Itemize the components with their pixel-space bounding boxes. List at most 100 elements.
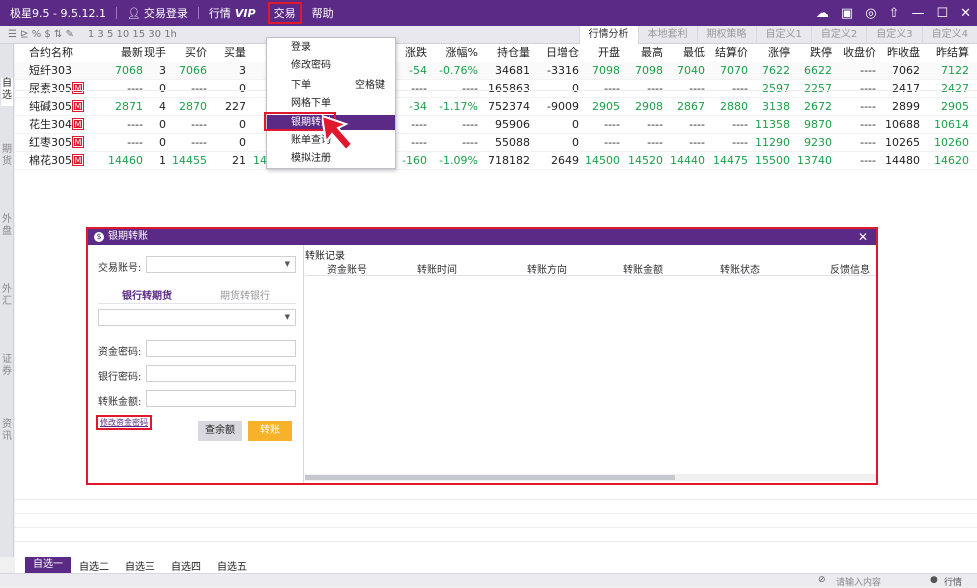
nav-watchlist[interactable]: 自选 [1, 78, 13, 106]
table-row[interactable]: 棉花305M144601144552114460280121066-160-1.… [15, 152, 977, 170]
search-input[interactable]: 请输入内容 [836, 575, 881, 588]
col-header-name[interactable]: 合约名称 [29, 44, 91, 62]
table-row[interactable]: 短纤3037068370663-54-0.76%34681-3316709870… [15, 62, 977, 80]
login-menu[interactable]: 👤︎交易登录 [121, 0, 194, 26]
view-tabs: 行情分析 本地套利 期权策略 自定义1 自定义2 自定义3 自定义4 [579, 26, 977, 44]
search-icon[interactable]: ⊘ [818, 575, 826, 585]
menu-grid-order[interactable]: 网格下单 [267, 96, 395, 111]
quote-menu[interactable]: 行情VIP [203, 0, 262, 26]
horizontal-scrollbar[interactable] [305, 474, 876, 481]
bank-select[interactable]: ▼ [98, 309, 296, 326]
dialog-close-icon[interactable]: ✕ [858, 229, 868, 245]
tab-future-to-bank[interactable]: 期货转银行 [220, 287, 270, 302]
maximize-button[interactable]: ☐ [936, 6, 948, 21]
tab-option-strategy[interactable]: 期权策略 [697, 26, 756, 44]
account-select[interactable]: ▼ [146, 256, 296, 273]
trade-menu[interactable]: 交易 [268, 2, 302, 24]
col-header-bidqty[interactable]: 买量 [224, 44, 246, 62]
cell-change: -54 [409, 62, 427, 80]
amount-input[interactable] [146, 390, 296, 407]
cell-bidqty: 0 [239, 116, 246, 134]
tab-bank-to-future[interactable]: 银行转期货 [122, 287, 172, 302]
cell-vol: 0 [159, 80, 166, 98]
table-row[interactable]: 尿素305M----0----0--------1658630---------… [15, 80, 977, 98]
transfer-button[interactable]: 转账 [248, 421, 292, 441]
contract-name: 尿素305 [29, 82, 72, 95]
toolbar-icons[interactable]: ☰ ⊵ % $ ⇅ ✎ [8, 29, 74, 40]
quote-status-label[interactable]: 行情 [944, 575, 962, 588]
tab-custom4[interactable]: 自定义4 [922, 26, 977, 44]
scrollbar-thumb[interactable] [305, 475, 675, 480]
table-row[interactable]: 纯碱305M287142870227-34-1.17%752374-900929… [15, 98, 977, 116]
col-header-open[interactable]: 开盘 [598, 44, 620, 62]
nav-futures[interactable]: 期货 [1, 144, 13, 172]
nav-news[interactable]: 资讯 [1, 419, 13, 447]
tab-analysis[interactable]: 行情分析 [579, 26, 638, 44]
cell-low: 7040 [677, 62, 705, 80]
tab-watchlist-4[interactable]: 自选四 [163, 558, 209, 573]
cell-settle: ---- [732, 116, 748, 134]
pin-icon[interactable]: ⇧ [889, 6, 900, 21]
cell-high: 2908 [635, 98, 663, 116]
col-header-close[interactable]: 收盘价 [843, 44, 876, 62]
cell-name: 红枣305M [29, 134, 91, 152]
tab-arbitrage[interactable]: 本地套利 [638, 26, 697, 44]
tab-watchlist-3[interactable]: 自选三 [117, 558, 163, 573]
pointer-arrow-icon [322, 114, 366, 154]
main-contract-badge: M [73, 155, 83, 165]
shortcut-label: 空格键 [355, 78, 385, 93]
col-header-changepct[interactable]: 涨幅% [446, 44, 478, 62]
tab-custom3[interactable]: 自定义3 [866, 26, 921, 44]
cell-oichg: 0 [572, 116, 579, 134]
col-header-oi[interactable]: 持仓量 [497, 44, 530, 62]
tab-watchlist-5[interactable]: 自选五 [209, 558, 255, 573]
cell-vol: 4 [159, 98, 166, 116]
tab-watchlist-1[interactable]: 自选一 [25, 557, 71, 573]
change-fund-password-link[interactable]: 修改资金密码 [96, 415, 152, 430]
divider [116, 7, 117, 19]
close-button[interactable]: ✕ [960, 6, 971, 21]
main-contract-badge: M [73, 101, 83, 111]
cell-settle: ---- [732, 80, 748, 98]
table-row[interactable]: 花生304M----0----0--------959060----------… [15, 116, 977, 134]
help-menu[interactable]: 帮助 [306, 0, 340, 26]
settings-icon[interactable]: ◎ [865, 6, 876, 21]
cell-bidqty: 227 [225, 98, 246, 116]
tab-custom1[interactable]: 自定义1 [756, 26, 811, 44]
cell-oichg: -3316 [547, 62, 579, 80]
tab-custom2[interactable]: 自定义2 [811, 26, 866, 44]
col-header-bid[interactable]: 买价 [185, 44, 207, 62]
nav-foreign[interactable]: 外盘 [1, 214, 13, 242]
table-row[interactable]: 红枣305M----0----0--------550880----------… [15, 134, 977, 152]
menu-order[interactable]: 下单空格键 [267, 78, 395, 93]
cell-prevsettle: 14620 [934, 152, 969, 170]
col-header-oichg[interactable]: 日增仓 [546, 44, 579, 62]
col-header-limitdown[interactable]: 跌停 [810, 44, 832, 62]
nav-forex[interactable]: 外汇 [1, 284, 13, 312]
tab-watchlist-2[interactable]: 自选二 [71, 558, 117, 573]
fund-password-input[interactable] [146, 340, 296, 357]
cell-change: -34 [409, 98, 427, 116]
account-label: 交易账号: [98, 259, 141, 274]
col-header-low[interactable]: 最低 [683, 44, 705, 62]
cell-oichg: 2649 [551, 152, 579, 170]
menu-change-password[interactable]: 修改密码 [267, 58, 395, 73]
layout-icon[interactable]: ▣ [841, 6, 853, 21]
minimize-button[interactable]: — [911, 6, 924, 21]
bank-password-input[interactable] [146, 365, 296, 382]
nav-securities[interactable]: 证券 [1, 354, 13, 382]
col-header-last[interactable]: 最新 [121, 44, 143, 62]
cloud-icon[interactable]: ☁ [816, 6, 829, 21]
col-header-change[interactable]: 涨跌 [405, 44, 427, 62]
col-header-high[interactable]: 最高 [641, 44, 663, 62]
menu-login[interactable]: 登录 [267, 40, 395, 55]
col-header-prevclose[interactable]: 昨收盘 [887, 44, 920, 62]
col-header-limitup[interactable]: 涨停 [768, 44, 790, 62]
period-selector[interactable]: 1 3 5 10 15 30 1h [88, 29, 177, 40]
cell-last: ---- [127, 134, 143, 152]
col-header-settle[interactable]: 结算价 [715, 44, 748, 62]
query-balance-button[interactable]: 查余额 [198, 421, 242, 441]
col-header-prevsettle[interactable]: 昨结算 [936, 44, 969, 62]
cell-bidqty: 3 [239, 62, 246, 80]
col-header-vol[interactable]: 现手 [144, 44, 166, 62]
